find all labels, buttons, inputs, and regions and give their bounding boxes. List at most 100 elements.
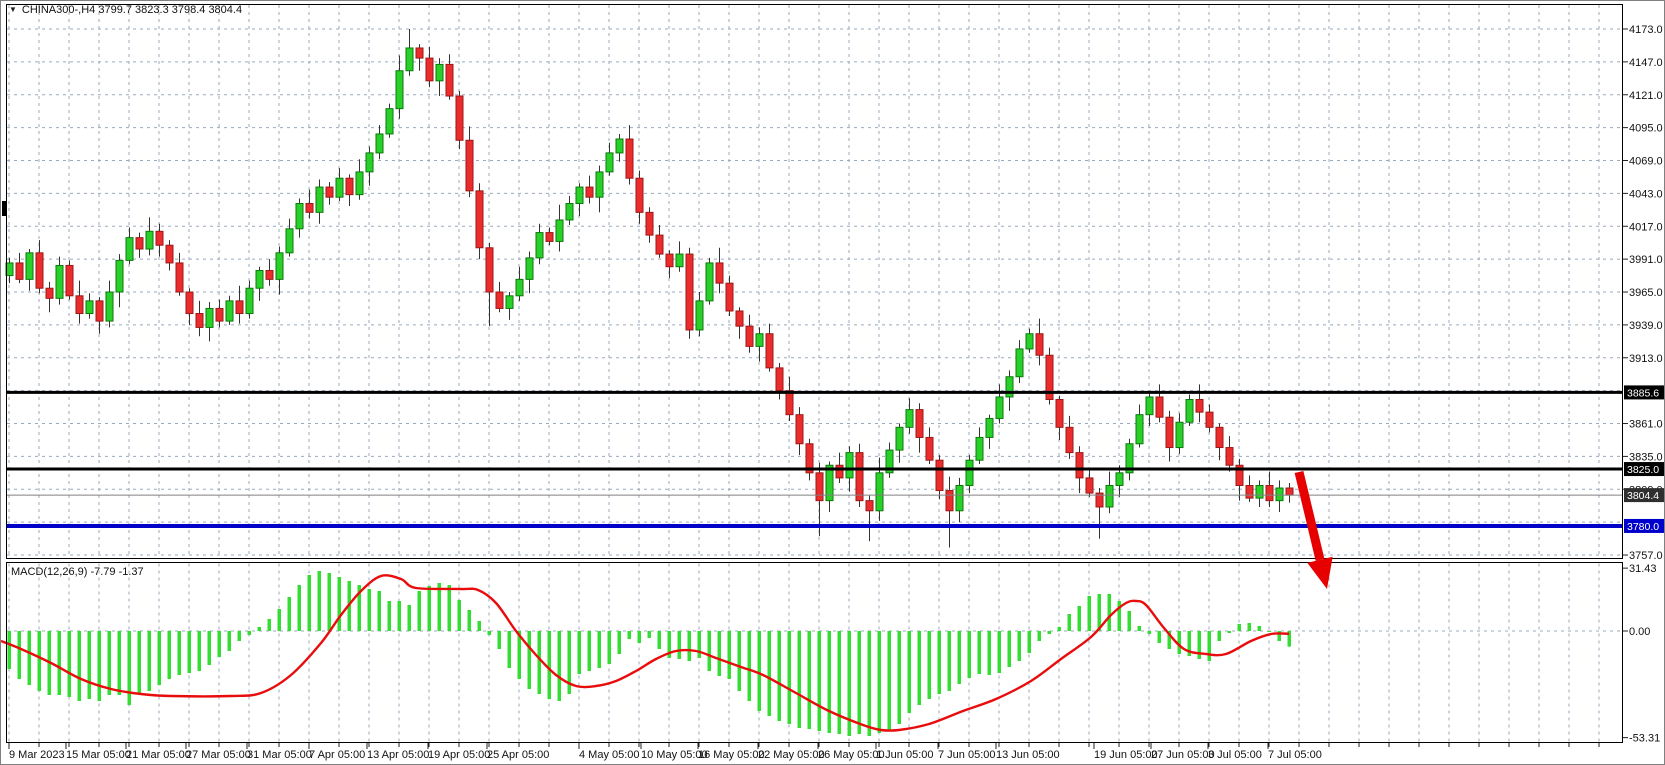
macd-bar [218,631,222,657]
macd-bar [178,631,182,675]
macd-bar [478,621,482,631]
candle-down [446,64,453,96]
candle-up [316,187,323,212]
price-axis-label: 4147.0 [1629,57,1663,69]
candle-up [206,308,213,327]
time-axis-label: 13 Jun 05:00 [996,749,1060,761]
macd-bar [988,631,992,675]
macd-bar [78,631,82,701]
candle-down [496,292,503,308]
macd-bar [708,631,712,671]
macd-bar [1068,614,1072,631]
candle-down [76,296,83,314]
macd-bar [548,631,552,699]
candle-up [286,229,293,253]
macd-bar [558,631,562,701]
macd-bar [438,583,442,631]
candle-up [146,231,153,249]
candle-down [836,465,843,478]
price-badge-label: 3825.0 [1627,464,1659,476]
macd-bar [998,631,1002,673]
candle-down [426,58,433,81]
candle-up [436,64,443,80]
macd-bar [1148,631,1152,634]
symbol-dropdown-icon[interactable]: ▼ [9,5,17,15]
macd-bar [898,631,902,724]
macd-bar [378,591,382,631]
candle-down [196,314,203,328]
candle-down [1056,399,1063,427]
candle-up [556,220,563,241]
macd-bar [1028,631,1032,653]
macd-bar [498,631,502,649]
macd-bar [1138,626,1142,631]
macd-bar [418,591,422,631]
candle-up [1176,422,1183,447]
macd-bar [388,601,392,631]
candle-up [966,460,973,485]
candle-down [326,187,333,197]
chart-title-bar: ▼ CHINA300-,H4 3799.7 3823.3 3798.4 3804… [9,3,242,16]
macd-bar [888,631,892,731]
candle-up [676,254,683,267]
macd-bar [228,631,232,651]
candle-up [976,437,983,460]
macd-bar [1268,631,1272,632]
candle-up [846,453,853,478]
macd-bar [208,631,212,665]
candle-down [186,292,193,313]
time-axis-label: 16 May 05:00 [698,749,765,761]
candle-down [796,415,803,444]
candle-down [266,271,273,280]
candle-up [536,233,543,258]
macd-bar [1038,631,1042,641]
macd-bar [538,631,542,694]
macd-bar [938,631,942,694]
macd-bar [1228,631,1232,633]
candle-down [466,140,473,191]
price-badge-label: 3780.0 [1627,521,1659,533]
candle-down [216,308,223,321]
macd-bar [1258,626,1262,631]
candle-up [406,48,413,71]
time-axis-label: 27 Jun 05:00 [1151,749,1215,761]
chart-canvas[interactable]: 4173.04147.04121.04095.04069.04043.04017… [1,1,1665,765]
time-axis-label: 25 Apr 05:00 [487,749,549,761]
macd-bar [328,573,332,631]
candle-up [26,253,33,280]
macd-bar [398,601,402,631]
chart-window: 4173.04147.04121.04095.04069.04043.04017… [0,0,1665,765]
macd-bar [138,631,142,693]
candle-up [506,296,513,309]
macd-bar [368,589,372,631]
time-axis-label: 15 Mar 05:00 [66,749,131,761]
candle-down [646,212,653,235]
macd-bar [978,631,982,674]
macd-bar [838,631,842,734]
macd-bar [68,631,72,697]
price-axis-label: 4173.0 [1629,24,1663,36]
candle-up [616,139,623,153]
macd-bar [878,631,882,733]
macd-bar [188,631,192,673]
candle-up [1186,399,1193,422]
macd-bar [528,631,532,689]
candle-up [226,301,233,321]
macd-bar [918,631,922,705]
macd-bar [1078,606,1082,631]
candle-down [666,254,673,267]
macd-bar [658,631,662,649]
time-axis-label: 22 May 05:00 [758,749,825,761]
macd-bar [308,575,312,631]
candle-up [366,153,373,172]
candle-down [1036,334,1043,355]
macd-bar [298,585,302,631]
candle-down [1246,485,1253,498]
macd-bar [638,631,642,643]
candle-up [1016,349,1023,377]
candle-up [576,187,583,203]
candle-down [416,48,423,58]
time-axis-label: 7 Jul 05:00 [1268,749,1322,761]
candle-down [46,288,53,298]
candle-down [96,301,103,321]
